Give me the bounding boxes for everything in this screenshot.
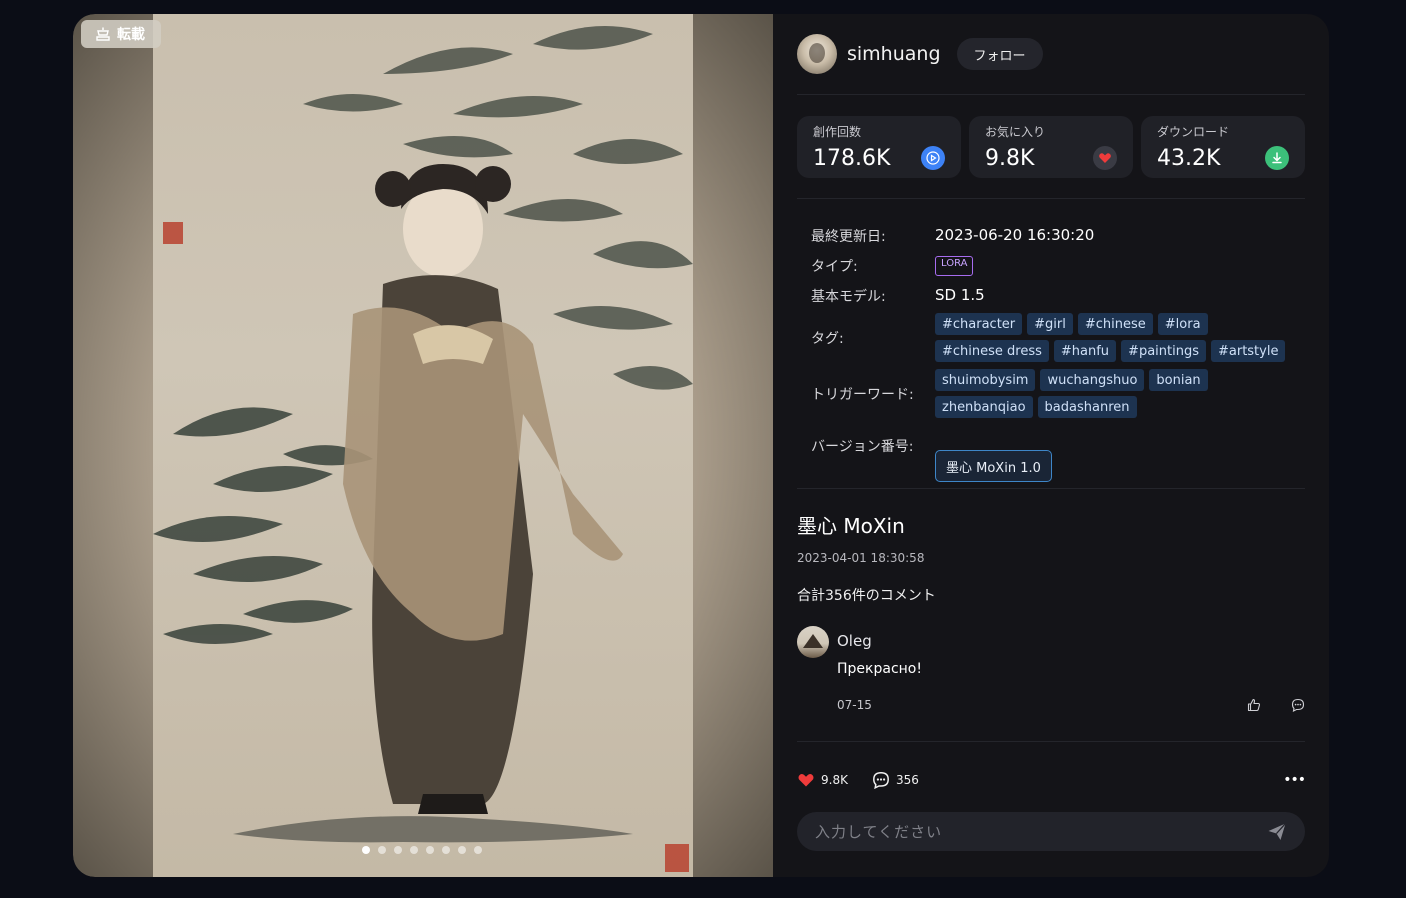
stat-downloads: ダウンロード 43.2K bbox=[1141, 116, 1305, 178]
like-button[interactable]: 9.8K bbox=[797, 771, 848, 789]
type-label: タイプ: bbox=[811, 259, 858, 275]
tag-list: #character #girl #chinese #lora #chinese… bbox=[935, 313, 1295, 362]
tag-chip[interactable]: #lora bbox=[1157, 313, 1208, 335]
trigger-chip[interactable]: bonian bbox=[1149, 369, 1208, 391]
model-title: 墨心 MoXin bbox=[797, 514, 905, 538]
carousel-dot-8[interactable] bbox=[474, 846, 482, 854]
trigger-list: shuimobysim wuchangshuo bonian zhenbanqi… bbox=[935, 369, 1295, 418]
base-model-value: SD 1.5 bbox=[935, 286, 985, 304]
trigger-chip[interactable]: wuchangshuo bbox=[1040, 369, 1145, 391]
play-icon[interactable] bbox=[921, 146, 945, 170]
commenter-avatar[interactable] bbox=[797, 626, 829, 658]
carousel-dot-7[interactable] bbox=[458, 846, 466, 854]
heart-icon bbox=[798, 773, 814, 787]
type-badge: LORA bbox=[935, 256, 974, 276]
divider bbox=[797, 94, 1305, 95]
comment-total: 356 bbox=[895, 773, 919, 787]
carousel-dot-2[interactable] bbox=[378, 846, 386, 854]
send-icon[interactable] bbox=[1267, 822, 1287, 842]
stat-creations: 創作回数 178.6K bbox=[797, 116, 961, 178]
stat-label: ダウンロード bbox=[1157, 125, 1230, 139]
download-icon[interactable] bbox=[1265, 146, 1289, 170]
base-model-label: 基本モデル: bbox=[811, 289, 886, 305]
trigger-chip[interactable]: zhenbanqiao bbox=[935, 396, 1033, 418]
meta-row-version: バージョン番号: bbox=[811, 436, 935, 456]
carousel-dot-3[interactable] bbox=[394, 846, 402, 854]
stat-label: お気に入り bbox=[985, 125, 1046, 139]
tag-chip[interactable]: #hanfu bbox=[1053, 340, 1117, 362]
like-count: 9.8K bbox=[821, 773, 848, 787]
stat-label: 創作回数 bbox=[813, 125, 862, 139]
comment-date: 07-15 bbox=[837, 698, 872, 712]
carousel-dot-4[interactable] bbox=[410, 846, 418, 854]
follow-button[interactable]: フォロー bbox=[956, 38, 1043, 70]
meta-row-triggers: トリガーワード: bbox=[811, 384, 935, 404]
version-select-button[interactable]: 墨心 MoXin 1.0 bbox=[935, 450, 1052, 482]
tag-chip[interactable]: #character bbox=[935, 313, 1023, 335]
trigger-label: トリガーワード: bbox=[811, 387, 914, 403]
divider bbox=[797, 741, 1305, 742]
tag-chip[interactable]: #artstyle bbox=[1210, 340, 1286, 362]
author-name[interactable]: simhuang bbox=[847, 43, 941, 65]
trigger-chip[interactable]: shuimobysim bbox=[935, 369, 1036, 391]
carousel-dot-6[interactable] bbox=[442, 846, 450, 854]
version-label: バージョン番号: bbox=[811, 439, 914, 455]
action-bar: 9.8K 356 ••• bbox=[797, 768, 1306, 792]
model-detail-modal: 転載 simhuang フォロー 創作回数 178.6K お気に入り 9.8K … bbox=[73, 14, 1329, 877]
divider bbox=[797, 198, 1305, 199]
updated-label: 最終更新日: bbox=[811, 229, 886, 245]
image-carousel[interactable]: 転載 bbox=[73, 14, 773, 877]
meta-row-type: タイプ: LORA bbox=[811, 256, 974, 276]
repost-label: 転載 bbox=[117, 27, 145, 43]
comment-input[interactable] bbox=[815, 822, 1255, 841]
carousel-dot-1[interactable] bbox=[362, 846, 370, 854]
tag-chip[interactable]: #girl bbox=[1027, 313, 1073, 335]
carousel-dots bbox=[362, 846, 482, 854]
meta-row-updated: 最終更新日: 2023-06-20 16:30:20 bbox=[811, 226, 1094, 246]
reply-icon[interactable] bbox=[1291, 698, 1305, 712]
model-date: 2023-04-01 18:30:58 bbox=[797, 551, 925, 565]
comment-button[interactable]: 356 bbox=[872, 771, 919, 789]
more-options-icon[interactable]: ••• bbox=[1283, 772, 1306, 788]
divider bbox=[797, 488, 1305, 489]
author-header: simhuang フォロー bbox=[797, 34, 1043, 74]
model-info-panel: simhuang フォロー 創作回数 178.6K お気に入り 9.8K ダウン… bbox=[797, 14, 1306, 877]
trigger-chip[interactable]: badashanren bbox=[1037, 396, 1137, 418]
tag-chip[interactable]: #paintings bbox=[1121, 340, 1206, 362]
comment-text: Прекрасно! bbox=[837, 661, 922, 677]
comment-input-box bbox=[797, 812, 1305, 851]
meta-row-base-model: 基本モデル: SD 1.5 bbox=[811, 286, 985, 306]
author-avatar[interactable] bbox=[797, 34, 837, 74]
stat-favorites: お気に入り 9.8K bbox=[969, 116, 1133, 178]
comment-icon bbox=[873, 772, 889, 789]
ink-painting-illustration bbox=[153, 26, 693, 872]
meta-row-tags: タグ: bbox=[811, 328, 935, 348]
artwork-image bbox=[153, 14, 693, 877]
comment-count: 合計356件のコメント bbox=[797, 588, 936, 604]
repost-button[interactable]: 転載 bbox=[81, 20, 161, 48]
tags-label: タグ: bbox=[811, 331, 844, 347]
comment-item: Oleg Прекрасно! 07-15 bbox=[797, 626, 1305, 716]
carousel-dot-5[interactable] bbox=[426, 846, 434, 854]
tag-chip[interactable]: #chinese dress bbox=[935, 340, 1049, 362]
updated-value: 2023-06-20 16:30:20 bbox=[935, 226, 1095, 244]
stats-row: 創作回数 178.6K お気に入り 9.8K ダウンロード 43.2K bbox=[797, 116, 1305, 178]
repost-icon bbox=[96, 27, 110, 41]
thumbs-up-icon[interactable] bbox=[1247, 698, 1261, 712]
tag-chip[interactable]: #chinese bbox=[1077, 313, 1153, 335]
commenter-name[interactable]: Oleg bbox=[837, 632, 872, 650]
heart-icon[interactable] bbox=[1093, 146, 1117, 170]
